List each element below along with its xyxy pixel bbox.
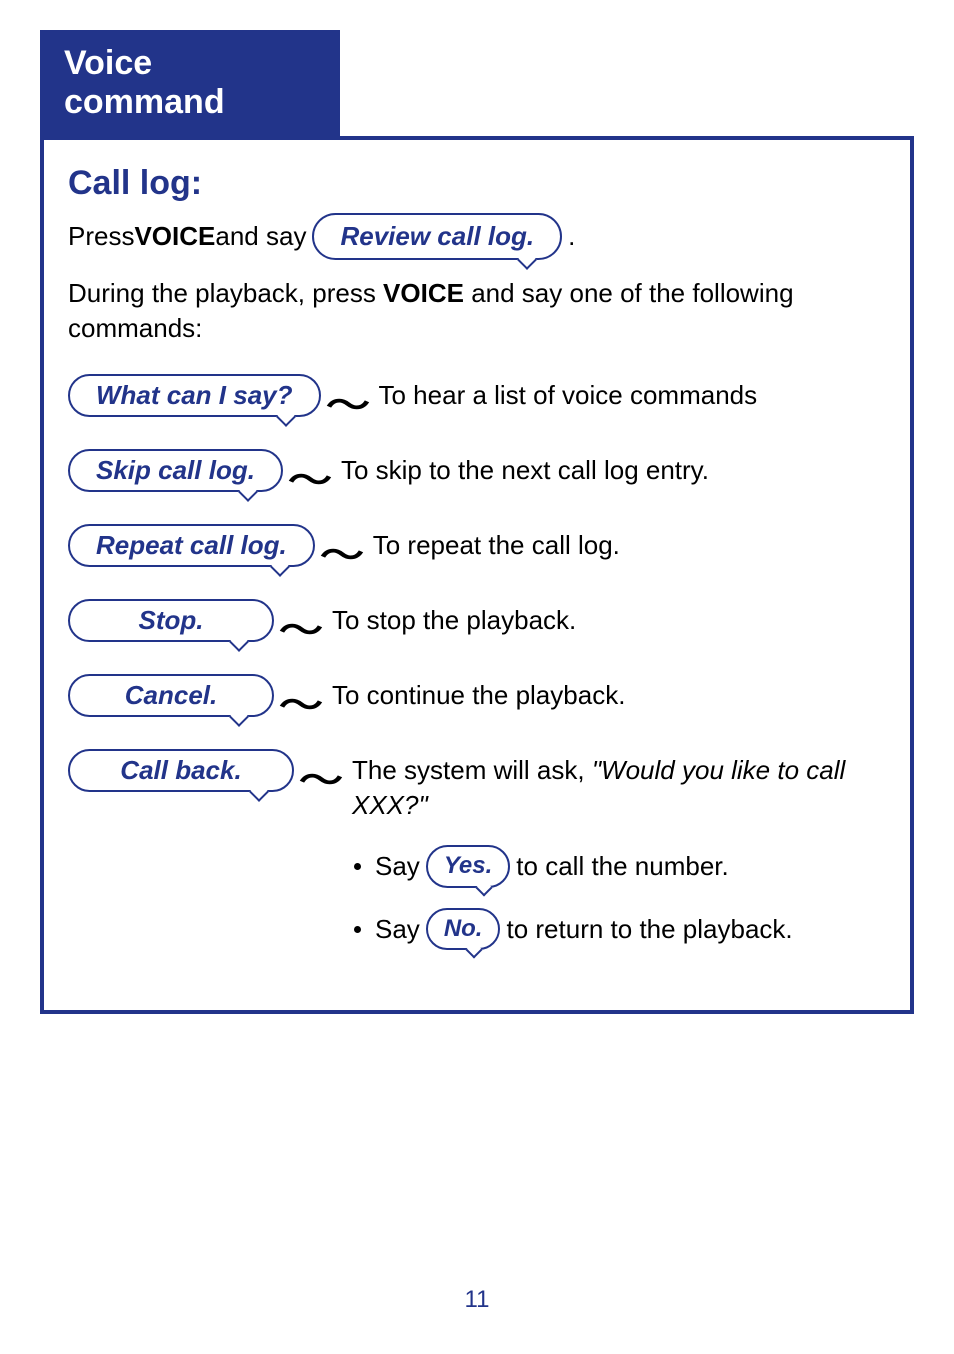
speech-bubble-yes: Yes.	[426, 845, 510, 887]
say-label: Say	[375, 849, 420, 884]
callback-options: Say Yes. to call the number. Say No. to …	[354, 845, 886, 950]
speech-bubble: Stop.	[68, 599, 274, 642]
page: Voice command Call log: Press VOICE and …	[0, 0, 954, 1014]
command-description: To hear a list of voice commands	[379, 378, 758, 413]
speech-text: Cancel.	[125, 680, 218, 711]
intro2-prefix: During the playback, press	[68, 278, 383, 308]
command-row-callback: Call back. 〜 The system will ask, "Would…	[68, 749, 886, 823]
speech-text: No.	[444, 913, 483, 945]
speech-text: Stop.	[139, 605, 204, 636]
intro-line-1: Press VOICE and say Review call log. .	[68, 213, 886, 260]
section-header: Voice command	[40, 30, 340, 136]
page-number: 11	[0, 1286, 954, 1314]
yes-suffix: to call the number.	[516, 849, 728, 884]
speech-text: What can I say?	[96, 380, 293, 411]
speech-text: Yes.	[444, 850, 492, 882]
sound-wave-icon: 〜	[320, 528, 364, 577]
voice-key-label: VOICE	[134, 219, 215, 254]
speech-text: Repeat call log.	[96, 530, 287, 561]
voice-key-label-2: VOICE	[383, 278, 464, 308]
speech-text: Review call log.	[340, 219, 534, 254]
command-row: Skip call log. 〜 To skip to the next cal…	[68, 449, 886, 502]
command-description: To continue the playback.	[332, 678, 625, 713]
speech-bubble: Repeat call log.	[68, 524, 315, 567]
sound-wave-icon: 〜	[279, 678, 323, 727]
speech-bubble-review: Review call log.	[312, 213, 562, 260]
command-description: To repeat the call log.	[373, 528, 620, 563]
command-description: To stop the playback.	[332, 603, 576, 638]
sound-wave-icon: 〜	[279, 603, 323, 652]
text-period: .	[568, 219, 575, 254]
say-label: Say	[375, 912, 420, 947]
speech-bubble: Cancel.	[68, 674, 274, 717]
callback-ask-prefix: The system will ask,	[352, 755, 592, 785]
command-row: Repeat call log. 〜 To repeat the call lo…	[68, 524, 886, 577]
bullet-yes: Say Yes. to call the number.	[354, 845, 886, 887]
speech-bubble: Skip call log.	[68, 449, 283, 492]
bullet-icon	[354, 863, 361, 870]
section-title: Call log:	[68, 164, 886, 203]
text-press: Press	[68, 219, 134, 254]
command-row: Cancel. 〜 To continue the playback.	[68, 674, 886, 727]
sound-wave-icon: 〜	[325, 378, 369, 427]
speech-bubble: Call back.	[68, 749, 294, 792]
bullet-icon	[354, 926, 361, 933]
command-row: What can I say? 〜 To hear a list of voic…	[68, 374, 886, 427]
text-and-say: and say	[215, 219, 306, 254]
bullet-no: Say No. to return to the playback.	[354, 908, 886, 950]
speech-text: Call back.	[120, 755, 241, 786]
no-suffix: to return to the playback.	[506, 912, 792, 947]
command-row: Stop. 〜 To stop the playback.	[68, 599, 886, 652]
speech-text: Skip call log.	[96, 455, 255, 486]
sound-wave-icon: 〜	[288, 453, 332, 502]
section-header-text: Voice command	[64, 44, 225, 121]
speech-bubble: What can I say?	[68, 374, 321, 417]
intro-line-2: During the playback, press VOICE and say…	[68, 276, 886, 346]
callback-description: The system will ask, "Would you like to …	[352, 753, 886, 823]
content-box: Call log: Press VOICE and say Review cal…	[40, 136, 914, 1014]
speech-bubble-no: No.	[426, 908, 501, 950]
command-description: To skip to the next call log entry.	[341, 453, 709, 488]
sound-wave-icon: 〜	[299, 753, 343, 802]
